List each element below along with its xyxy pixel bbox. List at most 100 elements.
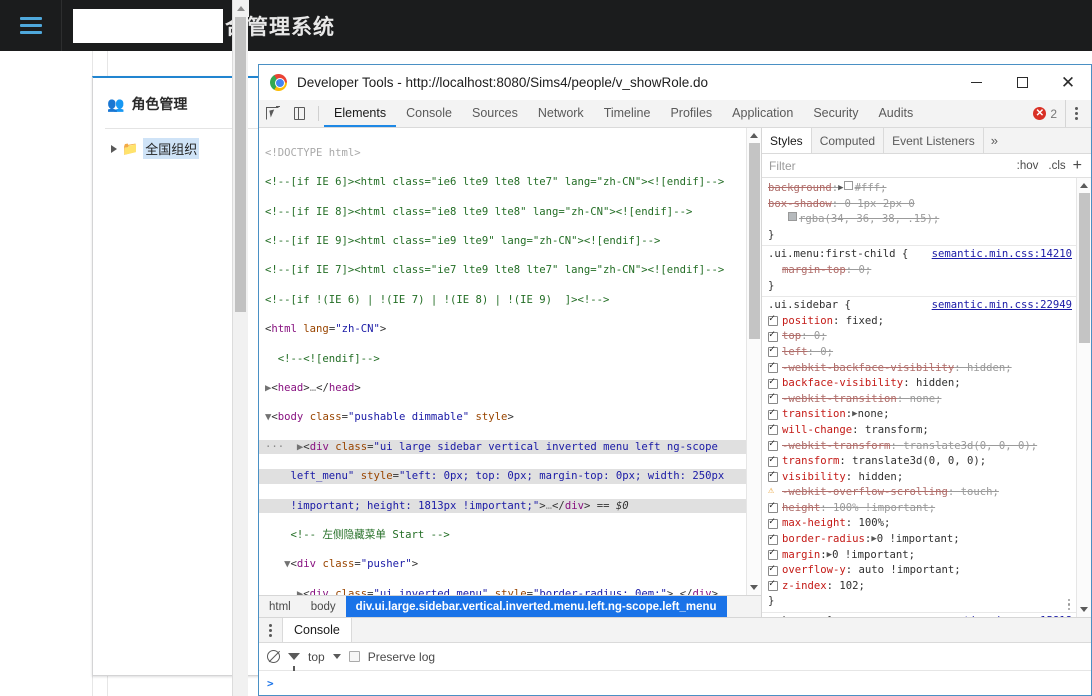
rule-source-link[interactable]: semantic.min.css:14210 bbox=[932, 247, 1072, 263]
styles-scrollbar[interactable] bbox=[1076, 178, 1091, 617]
style-declaration[interactable]: transition:▶none; bbox=[762, 407, 1076, 423]
style-declaration[interactable]: -webkit-transition: none; bbox=[762, 392, 1076, 408]
dom-line[interactable]: <!--[if !(IE 6) | !(IE 7) | !(IE 8) | !(… bbox=[259, 293, 746, 308]
tab-event-listeners[interactable]: Event Listeners bbox=[884, 128, 984, 153]
style-declaration[interactable]: max-height: 100%; bbox=[762, 516, 1076, 532]
decl-enabled-checkbox[interactable] bbox=[768, 439, 778, 451]
new-style-rule-button[interactable]: + bbox=[1071, 157, 1084, 174]
style-declaration[interactable]: background: ▶ #fff; bbox=[762, 181, 1076, 197]
tab-sources[interactable]: Sources bbox=[462, 100, 528, 127]
style-declaration[interactable]: z-index: 102; bbox=[762, 579, 1076, 595]
decl-enabled-checkbox[interactable] bbox=[768, 470, 778, 483]
scrollbar-thumb[interactable] bbox=[1078, 193, 1090, 343]
scroll-up-arrow-icon[interactable] bbox=[747, 128, 762, 143]
tab-network[interactable]: Network bbox=[528, 100, 594, 127]
tab-profiles[interactable]: Profiles bbox=[660, 100, 722, 127]
style-declaration[interactable]: will-change: transform; bbox=[762, 423, 1076, 439]
styles-filter-input[interactable]: Filter bbox=[769, 159, 1012, 173]
decl-enabled-checkbox[interactable] bbox=[768, 345, 778, 358]
style-declaration[interactable]: margin-top: 0; bbox=[762, 263, 1076, 279]
decl-enabled-checkbox[interactable] bbox=[768, 423, 778, 436]
style-declaration[interactable]: position: fixed; bbox=[762, 314, 1076, 330]
decl-enabled-checkbox[interactable] bbox=[768, 314, 778, 327]
style-declaration[interactable]: -webkit-backface-visibility: hidden; bbox=[762, 361, 1076, 377]
rule-source-link[interactable]: semantic.min.css:15818 bbox=[932, 614, 1072, 617]
style-declaration[interactable]: margin:▶0 !important; bbox=[762, 548, 1076, 564]
dom-line[interactable]: ▶<head>…</head> bbox=[259, 381, 746, 396]
minimize-button[interactable] bbox=[953, 65, 999, 100]
chevron-down-icon[interactable] bbox=[332, 654, 341, 659]
device-toolbar-button[interactable] bbox=[286, 100, 313, 127]
breadcrumb-item-body[interactable]: body bbox=[301, 596, 346, 617]
style-declaration[interactable]: ⚠ -webkit-overflow-scrolling: touch; bbox=[762, 485, 1076, 501]
scroll-down-arrow-icon[interactable] bbox=[1077, 602, 1092, 617]
close-button[interactable]: ✕ bbox=[1045, 65, 1091, 100]
chevron-double-right-icon[interactable]: » bbox=[984, 128, 1005, 153]
decl-enabled-checkbox[interactable] bbox=[768, 548, 778, 561]
decl-enabled-checkbox[interactable] bbox=[768, 579, 778, 592]
scroll-down-arrow-icon[interactable] bbox=[747, 580, 762, 595]
caret-right-icon[interactable] bbox=[111, 144, 117, 153]
console-context-label[interactable]: top bbox=[308, 650, 325, 664]
dom-line-selected-cont[interactable]: left_menu" style="left: 0px; top: 0px; m… bbox=[259, 469, 746, 484]
dom-line-selected-cont2[interactable]: !important; height: 1813px !important;">… bbox=[259, 498, 746, 514]
scrollbar-thumb[interactable] bbox=[235, 17, 246, 312]
rule-selector[interactable]: .ui.menu { bbox=[768, 614, 932, 617]
style-declaration[interactable]: top: 0; bbox=[762, 329, 1076, 345]
hover-state-button[interactable]: :hov bbox=[1012, 160, 1044, 172]
decl-enabled-checkbox[interactable] bbox=[768, 408, 778, 420]
style-declaration[interactable]: -webkit-transform: translate3d(0, 0, 0); bbox=[762, 439, 1076, 455]
rule-selector[interactable]: .ui.sidebar { bbox=[768, 298, 932, 314]
dom-line[interactable]: <!-- 左侧隐藏菜单 Start --> bbox=[259, 528, 746, 543]
decl-enabled-checkbox[interactable] bbox=[768, 377, 778, 389]
style-declaration[interactable]: border-radius:▶0 !important; bbox=[762, 532, 1076, 548]
filter-funnel-icon[interactable] bbox=[288, 653, 300, 671]
dom-line[interactable]: <!--<![endif]--> bbox=[259, 352, 746, 367]
devtools-main-menu-button[interactable] bbox=[1065, 100, 1087, 127]
dom-line[interactable]: <!DOCTYPE html> bbox=[259, 146, 746, 161]
sidebar-toggle-button[interactable] bbox=[0, 0, 62, 51]
clear-console-icon[interactable] bbox=[267, 650, 280, 663]
style-declaration[interactable]: transform: translate3d(0, 0, 0); bbox=[762, 454, 1076, 470]
page-vertical-scrollbar[interactable] bbox=[232, 0, 249, 696]
decl-enabled-checkbox[interactable] bbox=[768, 564, 778, 576]
dom-line[interactable]: ▶<div class="ui inverted menu" style="bo… bbox=[259, 587, 746, 595]
style-declaration[interactable]: height: 100% !important; bbox=[762, 501, 1076, 517]
color-swatch[interactable] bbox=[843, 181, 853, 190]
error-count-badge[interactable]: ✕ 2 bbox=[1033, 100, 1065, 127]
style-declaration[interactable]: left: 0; bbox=[762, 345, 1076, 361]
scrollbar-thumb[interactable] bbox=[748, 143, 760, 339]
drawer-tab-console[interactable]: Console bbox=[283, 618, 352, 642]
color-swatch[interactable] bbox=[788, 212, 797, 222]
dom-line-selected[interactable]: ··· ▶<div class="ui large sidebar vertic… bbox=[259, 439, 746, 455]
maximize-button[interactable] bbox=[999, 65, 1045, 100]
tab-timeline[interactable]: Timeline bbox=[594, 100, 661, 127]
tab-application[interactable]: Application bbox=[722, 100, 803, 127]
tab-console[interactable]: Console bbox=[396, 100, 462, 127]
rule-menu-button[interactable] bbox=[1067, 598, 1070, 611]
dom-line[interactable]: <html lang="zh-CN"> bbox=[259, 322, 746, 337]
decl-enabled-checkbox[interactable] bbox=[768, 455, 778, 467]
dom-line[interactable]: <!--[if IE 7]><html class="ie7 lte9 lte8… bbox=[259, 263, 746, 278]
style-declaration[interactable]: overflow-y: auto !important; bbox=[762, 563, 1076, 579]
dom-line[interactable]: <!--[if IE 8]><html class="ie8 lte9 lte8… bbox=[259, 205, 746, 220]
tab-security[interactable]: Security bbox=[803, 100, 868, 127]
dom-line[interactable]: ▼<div class="pusher"> bbox=[259, 557, 746, 572]
decl-enabled-checkbox[interactable] bbox=[768, 361, 778, 374]
dom-tree-scrollbar[interactable] bbox=[746, 128, 761, 595]
console-input-prompt[interactable]: > bbox=[259, 671, 1091, 695]
dom-line[interactable]: ▼<body class="pushable dimmable" style> bbox=[259, 410, 746, 425]
drawer-menu-button[interactable] bbox=[259, 618, 283, 642]
preserve-log-checkbox[interactable] bbox=[348, 651, 360, 662]
style-declaration[interactable]: visibility: hidden; bbox=[762, 470, 1076, 486]
dom-line[interactable]: <!--[if IE 6]><html class="ie6 lte9 lte8… bbox=[259, 175, 746, 190]
tab-audits[interactable]: Audits bbox=[868, 100, 923, 127]
decl-enabled-checkbox[interactable] bbox=[768, 517, 778, 529]
style-declaration-cont[interactable]: rgba(34, 36, 38, .15); bbox=[762, 212, 1076, 228]
class-editor-button[interactable]: .cls bbox=[1043, 160, 1070, 172]
decl-enabled-checkbox[interactable] bbox=[768, 392, 778, 405]
rule-source-link[interactable]: semantic.min.css:22949 bbox=[932, 298, 1072, 314]
inspect-element-button[interactable] bbox=[259, 100, 286, 127]
dom-tree[interactable]: <!DOCTYPE html> <!--[if IE 6]><html clas… bbox=[259, 128, 746, 595]
tab-styles[interactable]: Styles bbox=[762, 128, 812, 153]
